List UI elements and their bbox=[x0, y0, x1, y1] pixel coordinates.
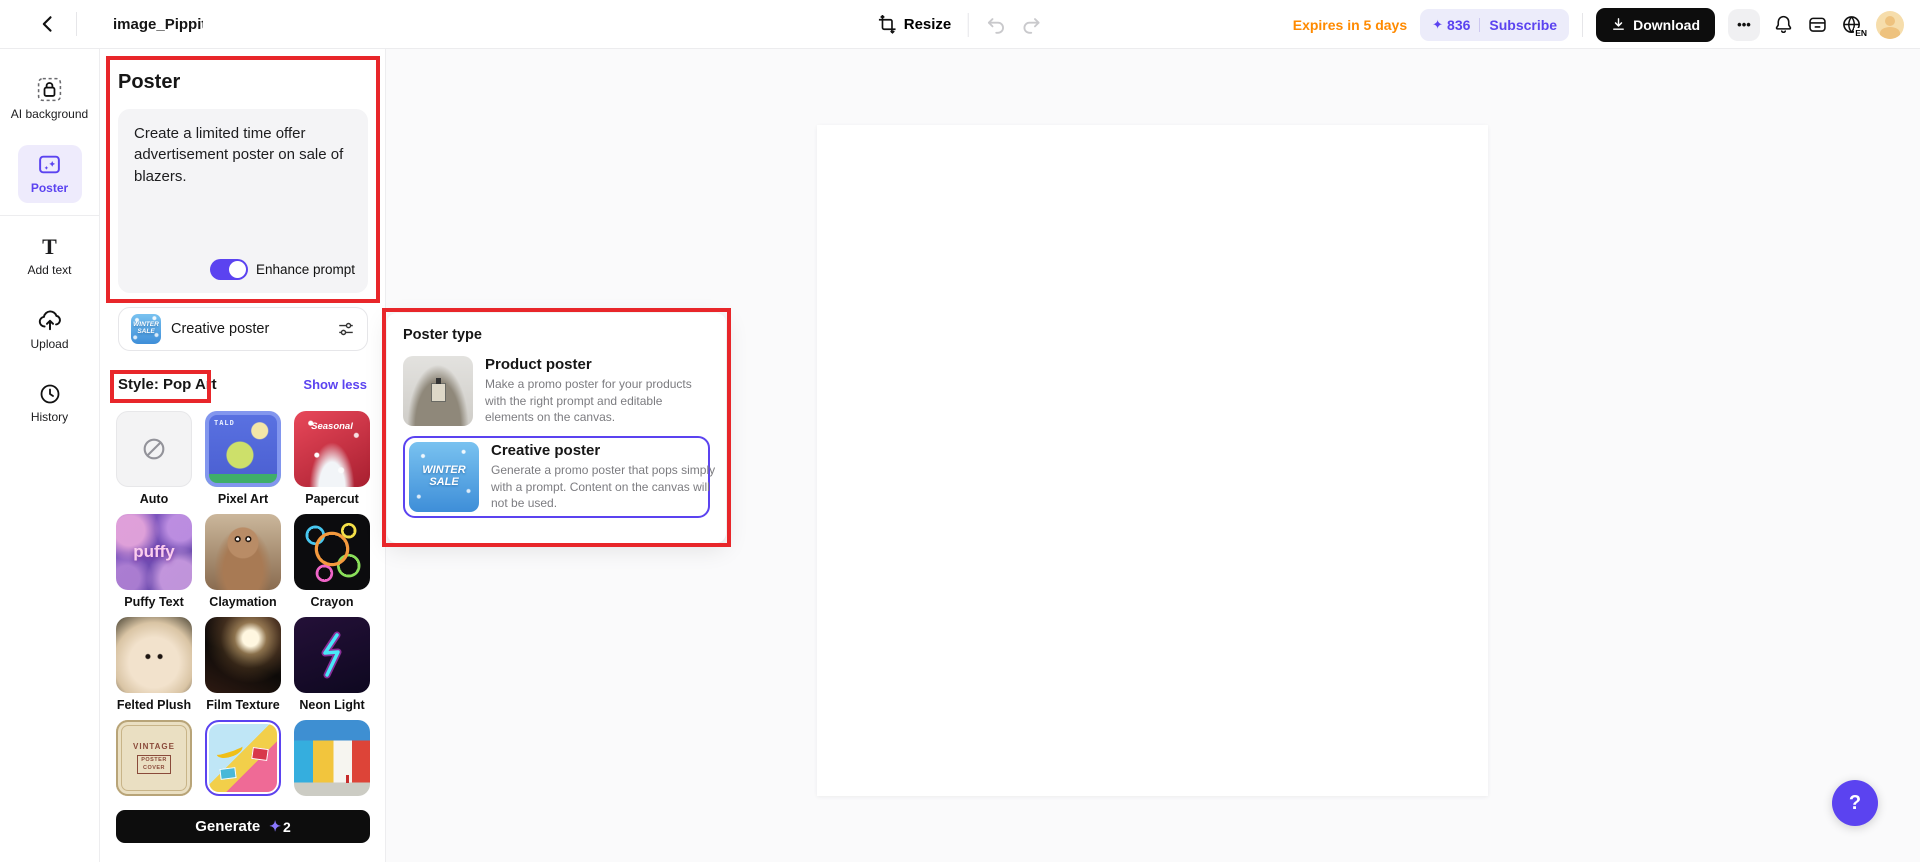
poster-panel: Poster Create a limited time offer adver… bbox=[100, 49, 386, 862]
back-chevron-icon bbox=[42, 16, 52, 32]
poster-type-selector[interactable]: WINTER SALE Creative poster bbox=[118, 307, 368, 351]
resize-crop-icon bbox=[878, 15, 896, 34]
poster-icon bbox=[39, 155, 60, 174]
help-button[interactable]: ? bbox=[1832, 780, 1878, 826]
style-option-puffy-text[interactable]: puffy Puffy Text bbox=[116, 514, 192, 611]
prompt-input[interactable]: Create a limited time offer advertisemen… bbox=[118, 109, 368, 293]
divider bbox=[1479, 17, 1481, 32]
generate-button[interactable]: Generate ✦ 2 bbox=[116, 810, 370, 843]
bell-icon bbox=[1775, 15, 1792, 34]
style-option-pixel-art[interactable]: TALD Pixel Art bbox=[205, 411, 281, 508]
enhance-prompt-toggle[interactable] bbox=[209, 259, 248, 280]
divider bbox=[967, 12, 969, 37]
style-option-color-wall[interactable] bbox=[294, 720, 370, 796]
none-icon bbox=[143, 438, 165, 460]
language-button[interactable]: EN bbox=[1841, 14, 1867, 38]
enhance-prompt-label: Enhance prompt bbox=[255, 261, 355, 277]
redo-icon bbox=[1023, 17, 1040, 34]
style-option-film-texture[interactable]: Film Texture bbox=[205, 617, 281, 714]
style-heading: Style: Pop Art bbox=[118, 376, 217, 393]
style-option-pop-art[interactable] bbox=[205, 720, 281, 796]
poster-type-option-product[interactable]: Product poster Make a promo poster for y… bbox=[403, 356, 710, 426]
style-option-felted-plush[interactable]: Felted Plush bbox=[116, 617, 192, 714]
language-code: EN bbox=[1854, 27, 1867, 38]
avatar[interactable] bbox=[1876, 10, 1904, 39]
sidebar-item-add-text[interactable]: T Add text bbox=[4, 228, 96, 285]
style-option-claymation[interactable]: Claymation bbox=[205, 514, 281, 611]
style-option-auto[interactable]: Auto bbox=[116, 411, 192, 508]
back-button[interactable] bbox=[34, 10, 62, 38]
product-poster-thumbnail bbox=[403, 356, 473, 426]
show-less-button[interactable]: Show less bbox=[303, 377, 367, 392]
sparkle-icon: ✦ bbox=[1432, 16, 1444, 32]
expiry-notice: Expires in 5 days bbox=[1292, 16, 1408, 33]
undo-button[interactable] bbox=[984, 14, 1006, 36]
panel-title: Poster bbox=[118, 71, 181, 93]
ai-background-icon bbox=[37, 77, 62, 102]
sparkle-icon: ✦ bbox=[269, 818, 281, 834]
poster-type-option-creative[interactable]: WINTER SALE Creative poster Generate a p… bbox=[403, 436, 715, 518]
tool-sidebar: AI background Poster T Add text Upload H… bbox=[0, 49, 100, 862]
style-option-crayon[interactable]: Crayon bbox=[294, 514, 370, 611]
subscribe-link[interactable]: Subscribe bbox=[1489, 17, 1557, 33]
storage-box-icon bbox=[1809, 17, 1826, 32]
add-text-icon: T bbox=[42, 233, 57, 259]
style-grid: Auto TALD Pixel Art Seasonal Papercut pu… bbox=[116, 411, 374, 796]
style-option-vintage[interactable]: VINTAGE POSTER COVER bbox=[116, 720, 192, 796]
resize-button[interactable]: Resize bbox=[878, 15, 951, 34]
top-bar: image_Pippit_20 Resize Expires in 5 days… bbox=[0, 0, 1920, 49]
document-title: image_Pippit_20 bbox=[113, 15, 203, 33]
poster-type-value: Creative poster bbox=[171, 321, 270, 337]
editor-canvas[interactable] bbox=[817, 125, 1488, 796]
notifications-button[interactable] bbox=[1773, 14, 1794, 35]
prompt-text: Create a limited time offer advertisemen… bbox=[134, 125, 344, 185]
sidebar-item-poster[interactable]: Poster bbox=[17, 144, 82, 203]
divider bbox=[0, 214, 99, 216]
sliders-icon bbox=[339, 322, 353, 336]
neon-zigzag-icon bbox=[321, 631, 342, 679]
history-icon bbox=[40, 384, 59, 404]
storage-button[interactable] bbox=[1807, 14, 1828, 35]
divider bbox=[1582, 12, 1584, 37]
download-button[interactable]: Download bbox=[1596, 7, 1715, 42]
poster-type-popup: Poster type Product poster Make a promo … bbox=[387, 313, 726, 543]
more-options-button[interactable]: ••• bbox=[1728, 8, 1760, 41]
download-icon bbox=[1613, 18, 1625, 30]
credits-pill[interactable]: ✦ 836 Subscribe bbox=[1420, 8, 1570, 41]
creative-poster-thumbnail: WINTER SALE bbox=[409, 442, 479, 512]
divider bbox=[76, 12, 77, 36]
undo-icon bbox=[987, 17, 1004, 34]
upload-icon bbox=[38, 310, 61, 331]
style-option-papercut[interactable]: Seasonal Papercut bbox=[294, 411, 370, 508]
style-option-neon-light[interactable]: Neon Light bbox=[294, 617, 370, 714]
creative-poster-thumbnail: WINTER SALE bbox=[131, 314, 161, 344]
sidebar-item-history[interactable]: History bbox=[4, 375, 96, 432]
credits-count: 836 bbox=[1447, 16, 1471, 33]
sidebar-item-ai-background[interactable]: AI background bbox=[4, 69, 96, 129]
poster-type-title: Poster type bbox=[403, 327, 482, 343]
sidebar-item-upload[interactable]: Upload bbox=[4, 300, 96, 359]
redo-button[interactable] bbox=[1020, 14, 1042, 36]
